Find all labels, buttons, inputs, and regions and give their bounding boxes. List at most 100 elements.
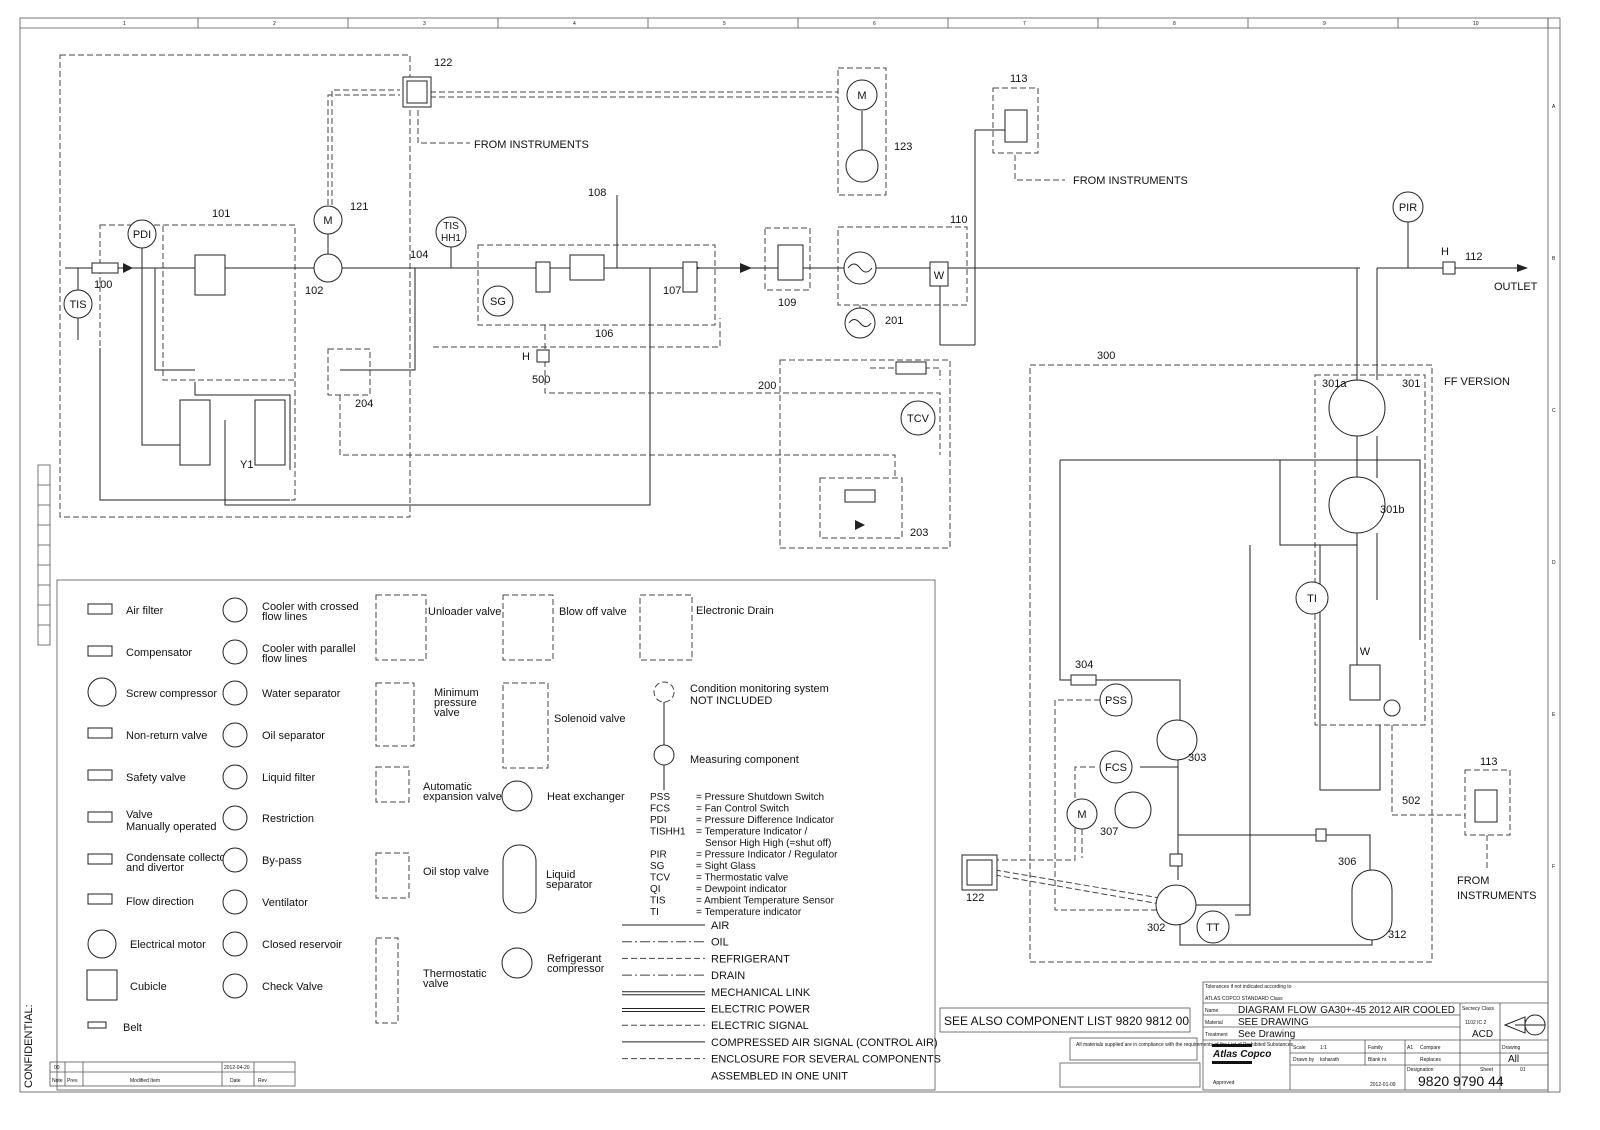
sheet-value: 01 bbox=[1520, 1067, 1526, 1073]
line-type-label: ASSEMBLED IN ONE UNIT bbox=[711, 1070, 848, 1082]
legend-symbol-icon bbox=[222, 931, 248, 957]
drawing-model: GA30+-45 2012 AIR COOLED bbox=[1320, 1005, 1455, 1016]
legend-item-label: Liquid filter bbox=[262, 772, 316, 784]
label-303: 303 bbox=[1188, 752, 1206, 764]
component-numbers: 100 101 102 104 106 107 108 109 110 112 … bbox=[94, 57, 1498, 941]
compressor-enclosure bbox=[59, 54, 411, 518]
replaces-label: Replaces bbox=[1420, 1057, 1441, 1063]
legend-item-label: Measuring component bbox=[690, 754, 799, 766]
legend-item-label: Closed reservoir bbox=[262, 939, 342, 951]
legend-item-label: Electrical motor bbox=[130, 939, 206, 951]
motor-307: M bbox=[1077, 809, 1086, 821]
label-203: 203 bbox=[910, 527, 928, 539]
line-type-label: COMPRESSED AIR SIGNAL (CONTROL AIR) bbox=[711, 1037, 938, 1049]
legend-symbol-icon bbox=[87, 929, 117, 959]
abbreviation-description: Sensor High High (=shut off) bbox=[705, 838, 831, 849]
projection-symbol-icon bbox=[1503, 1014, 1546, 1036]
legend-symbol-icon bbox=[375, 682, 415, 747]
liquid-separator-312-icon bbox=[1351, 869, 1393, 941]
name-label: Name bbox=[1205, 1008, 1219, 1014]
drawn-by-value: ksharath bbox=[1320, 1057, 1339, 1063]
legend-item-label: Manually operated bbox=[126, 821, 217, 833]
label-104: 104 bbox=[410, 249, 428, 261]
legend-item-label: valve bbox=[434, 707, 460, 719]
water-separator-107-icon bbox=[682, 261, 698, 293]
blank-label: Blank nr. bbox=[1368, 1057, 1387, 1063]
standard-label: ATLAS COPCO STANDARD Class bbox=[1205, 996, 1283, 1002]
label-312: 312 bbox=[1388, 929, 1406, 941]
rev-number: 00 bbox=[54, 1065, 60, 1071]
label-106: 106 bbox=[595, 328, 613, 340]
line-type-label: DRAIN bbox=[711, 970, 745, 982]
tolerances-label: Tolerances if not indicated according to bbox=[1205, 984, 1292, 990]
grid-col-label: 8 bbox=[1173, 21, 1176, 27]
abbreviation-code: TIS bbox=[650, 896, 666, 907]
abbreviation-description: = Temperature indicator bbox=[696, 907, 802, 918]
grid-col-label: 4 bbox=[573, 21, 576, 27]
legend-item-label: By-pass bbox=[262, 855, 302, 867]
motor-121: M bbox=[323, 215, 332, 227]
condition-monitoring-icon bbox=[653, 681, 675, 703]
grid-row-label: B bbox=[1552, 256, 1556, 262]
legend-item-label: and divertor bbox=[126, 862, 184, 874]
legend-symbol-icon bbox=[222, 722, 248, 748]
legend-symbol-icon bbox=[222, 973, 248, 999]
drawing-number: 9820 9790 44 bbox=[1418, 1073, 1504, 1089]
screw-compressor-icon bbox=[313, 253, 343, 283]
grid-col-label: 10 bbox=[1473, 21, 1479, 27]
box-101 bbox=[162, 224, 296, 381]
rev-note-label: Note bbox=[52, 1078, 63, 1084]
pir-instrument: PIR bbox=[1399, 202, 1417, 214]
grid-row-label: D bbox=[1552, 560, 1556, 566]
grid-row-label: F bbox=[1552, 864, 1555, 870]
label-110: 110 bbox=[950, 214, 968, 226]
family-label: Family bbox=[1368, 1045, 1383, 1051]
rev-date-label: Date bbox=[230, 1078, 241, 1084]
valve-h-label: H bbox=[1441, 246, 1449, 258]
approved-label: Approved bbox=[1213, 1080, 1235, 1086]
abbreviation-code: SG bbox=[650, 861, 665, 872]
legend-symbol-icon bbox=[375, 594, 427, 661]
label-306: 306 bbox=[1338, 856, 1356, 868]
legend-symbol-icon bbox=[375, 937, 399, 1024]
see-also-label: SEE ALSO COMPONENT LIST 9820 9812 00 bbox=[944, 1014, 1189, 1028]
grid-col-label: 9 bbox=[1323, 21, 1326, 27]
rev-date: 2012-04-20 bbox=[224, 1065, 250, 1071]
label-204: 204 bbox=[355, 398, 373, 410]
manual-valve-h-icon bbox=[1442, 261, 1456, 275]
label-100: 100 bbox=[94, 279, 112, 291]
label-201: 201 bbox=[885, 315, 903, 327]
liquid-filter-icon bbox=[569, 254, 605, 281]
legend-symbol-icon bbox=[222, 847, 248, 873]
legend-symbol-icon bbox=[87, 727, 113, 739]
legend-item-label: Electronic Drain bbox=[696, 605, 774, 617]
fan-ventilator-icon bbox=[845, 149, 879, 183]
fan-307-icon bbox=[1114, 791, 1152, 829]
tis-instrument: TIS bbox=[69, 299, 86, 311]
tcv-instrument: TCV bbox=[907, 413, 930, 425]
secrecy-label: Secrecy Class bbox=[1462, 1006, 1494, 1012]
refrigerant-compressor-icon bbox=[501, 947, 533, 979]
drawing-value: All bbox=[1508, 1054, 1519, 1065]
scale-value: 1:1 bbox=[1320, 1045, 1327, 1051]
abbreviation-description: = Temperature Indicator / bbox=[696, 827, 807, 838]
label-102: 102 bbox=[305, 285, 323, 297]
hh1-label: HH1 bbox=[441, 233, 461, 244]
legend-item-label: Ventilator bbox=[262, 897, 308, 909]
grid-col-label: 7 bbox=[1023, 21, 1026, 27]
legend-symbol-icon bbox=[222, 805, 248, 831]
electronic-drain-113b-icon bbox=[1474, 789, 1498, 823]
legend-item-label: Non-return valve bbox=[126, 730, 207, 742]
refrigerant-compressor-302-icon bbox=[1155, 884, 1197, 926]
legend-item-label: flow lines bbox=[262, 653, 308, 665]
line-type-label: ELECTRIC SIGNAL bbox=[711, 1020, 809, 1032]
line-type-label: ELECTRIC POWER bbox=[711, 1004, 810, 1016]
grid-col-label: 1 bbox=[123, 21, 126, 27]
abbreviation-description: = Fan Control Switch bbox=[696, 804, 789, 815]
abbreviation-description: = Pressure Indicator / Regulator bbox=[696, 850, 838, 861]
box-200 bbox=[779, 359, 951, 549]
abbreviation-code: TISHH1 bbox=[650, 827, 686, 838]
rev-prev-label: Prev. bbox=[67, 1078, 78, 1084]
abbreviation-code: QI bbox=[650, 884, 661, 895]
liquid-separator-icon bbox=[502, 844, 537, 914]
